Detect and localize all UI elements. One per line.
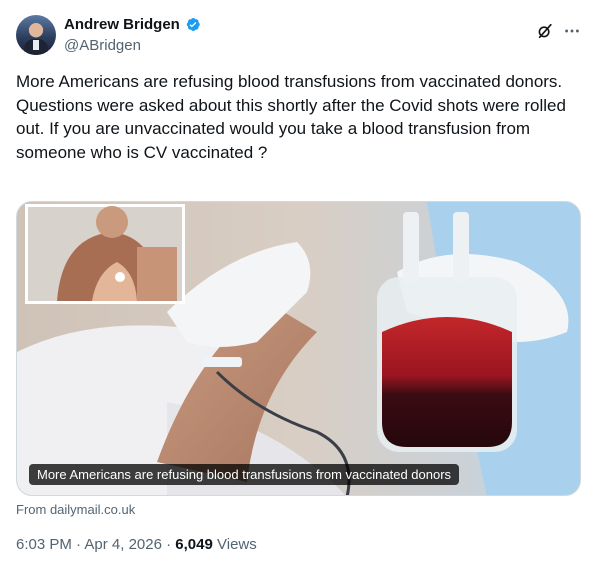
tweet-meta: 6:03 PM · Apr 4, 2026 · 6,049 Views (16, 536, 257, 553)
views-count[interactable]: 6,049 (175, 536, 213, 553)
link-card-image[interactable]: More Americans are refusing blood transf… (16, 201, 581, 496)
tweet-text-line: More Americans are refusing blood transf… (16, 72, 563, 91)
avatar[interactable] (16, 15, 56, 55)
more-icon[interactable] (563, 22, 581, 40)
avatar-shirt (33, 40, 39, 50)
tweet-time[interactable]: 6:03 PM (16, 536, 72, 553)
verified-badge-icon[interactable] (184, 16, 201, 33)
meta-separator: · (166, 536, 172, 553)
tweet-text-line: Questions were asked about this shortly … (16, 95, 566, 162)
tweet: Andrew Bridgen @ABridgen More Americans … (0, 0, 594, 565)
link-source[interactable]: From dailymail.co.uk (16, 502, 135, 517)
link-card-caption: More Americans are refusing blood transf… (29, 464, 460, 485)
meta-separator: · (76, 536, 82, 553)
transfusion-photo (17, 202, 580, 495)
views-label[interactable]: Views (217, 536, 257, 553)
tweet-date[interactable]: Apr 4, 2026 (84, 536, 162, 553)
grok-icon[interactable] (536, 22, 554, 40)
tweet-text: More Americans are refusing blood transf… (16, 70, 576, 164)
author-name[interactable]: Andrew Bridgen (64, 16, 180, 33)
author-name-row: Andrew Bridgen (64, 16, 201, 33)
author-handle[interactable]: @ABridgen (64, 37, 141, 54)
